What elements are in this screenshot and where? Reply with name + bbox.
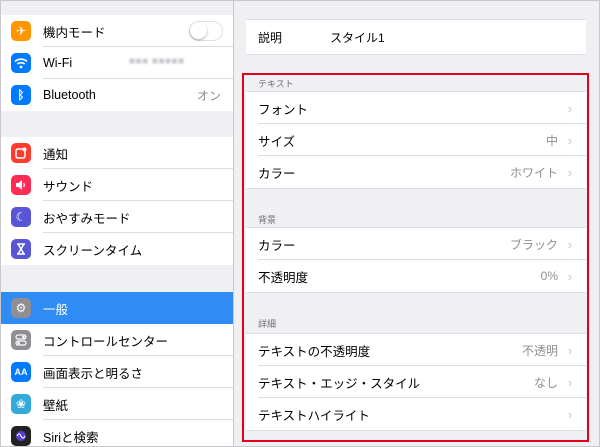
background-settings-card: カラー ブラック › 不透明度 0% › <box>246 227 586 293</box>
text-highlight-row[interactable]: テキストハイライト › <box>246 398 586 430</box>
style-description-card: 説明 スタイル1 <box>246 19 586 55</box>
chevron-right-icon: › <box>567 100 573 116</box>
sidebar-group-notifications: 通知 サウンド ☾ おやすみモード スクリーンタイム <box>1 137 233 265</box>
airplane-icon: ✈ <box>11 21 31 41</box>
text-font-row[interactable]: フォント › <box>246 92 586 124</box>
sidebar-item-sounds[interactable]: サウンド <box>1 169 233 201</box>
sidebar-item-label: Siriと検索 <box>43 430 99 445</box>
text-settings-card: フォント › サイズ 中 › カラー ホワイト › <box>246 91 586 189</box>
text-color-row[interactable]: カラー ホワイト › <box>246 156 586 188</box>
sidebar-item-label: スクリーンタイム <box>43 243 143 258</box>
section-header-text: テキスト <box>258 79 294 89</box>
sidebar-item-wifi[interactable]: Wi-Fi <box>1 47 233 79</box>
description-value: スタイル1 <box>330 30 385 45</box>
row-value: 中 <box>545 133 558 148</box>
chevron-right-icon: › <box>567 342 573 358</box>
row-label: サイズ <box>258 134 296 149</box>
control-center-icon <box>11 330 31 350</box>
row-value: 0% <box>540 269 558 283</box>
chevron-right-icon: › <box>567 406 573 422</box>
bluetooth-icon: ᛒ <box>11 85 31 105</box>
sidebar-item-do-not-disturb[interactable]: ☾ おやすみモード <box>1 201 233 233</box>
sidebar-item-general[interactable]: ⚙ 一般 <box>1 292 233 324</box>
background-color-row[interactable]: カラー ブラック › <box>246 228 586 260</box>
sidebar-item-label: 機内モード <box>43 25 106 40</box>
row-label: カラー <box>258 238 296 253</box>
style-description-row[interactable]: 説明 スタイル1 <box>246 20 586 54</box>
moon-icon: ☾ <box>11 207 31 227</box>
sidebar-item-control-center[interactable]: コントロールセンター <box>1 324 233 356</box>
hourglass-icon <box>11 239 31 259</box>
sidebar-item-screen-time[interactable]: スクリーンタイム <box>1 233 233 265</box>
detail-pane: 説明 スタイル1 テキスト フォント › サイズ 中 › カラー ホワイト › <box>234 1 599 446</box>
row-value: ホワイト <box>509 165 558 180</box>
sidebar-item-airplane-mode[interactable]: ✈ 機内モード <box>1 15 233 47</box>
row-label: フォント <box>258 102 309 117</box>
airplane-mode-toggle[interactable] <box>189 21 223 41</box>
chevron-right-icon: › <box>567 374 573 390</box>
wifi-icon <box>11 53 31 73</box>
description-label: 説明 <box>258 30 283 45</box>
row-value: ブラック <box>509 237 558 252</box>
sidebar-item-display-brightness[interactable]: AA 画面表示と明るさ <box>1 356 233 388</box>
row-label: テキストハイライト <box>258 408 370 423</box>
sidebar-item-label: サウンド <box>43 179 94 194</box>
settings-window: ✈ 機内モード Wi-Fi ᛒ Bluetooth オン ■■■ ■■■■■ 通… <box>0 0 600 447</box>
text-opacity-row[interactable]: テキストの不透明度 不透明 › <box>246 334 586 366</box>
display-brightness-icon: AA <box>11 362 31 382</box>
row-label: テキストの不透明度 <box>258 344 371 359</box>
sidebar-item-label: おやすみモード <box>43 211 131 226</box>
sidebar-item-label: 一般 <box>43 302 69 317</box>
siri-icon <box>11 426 31 446</box>
sidebar-item-notifications[interactable]: 通知 <box>1 137 233 169</box>
wallpaper-icon: ❀ <box>11 394 31 414</box>
bluetooth-status: オン <box>196 88 221 103</box>
sidebar-item-wallpaper[interactable]: ❀ 壁紙 <box>1 388 233 420</box>
text-edge-style-row[interactable]: テキスト・エッジ・スタイル なし › <box>246 366 586 398</box>
sidebar-item-label: Bluetooth <box>43 88 96 102</box>
notifications-icon <box>11 143 31 163</box>
row-value: なし <box>533 375 558 390</box>
chevron-right-icon: › <box>567 236 573 252</box>
gear-icon: ⚙ <box>11 298 31 318</box>
sidebar-group-general: ⚙ 一般 コントロールセンター AA 画面表示と明るさ ❀ 壁紙 Siriと検索 <box>1 292 233 446</box>
sidebar-item-label: 通知 <box>43 147 69 162</box>
sidebar-item-siri-search[interactable]: Siriと検索 <box>1 420 233 446</box>
sidebar-item-label: コントロールセンター <box>43 334 169 349</box>
text-size-row[interactable]: サイズ 中 › <box>246 124 586 156</box>
sidebar-item-label: 壁紙 <box>43 398 69 413</box>
chevron-right-icon: › <box>567 164 573 180</box>
section-header-advanced: 詳細 <box>258 319 277 329</box>
toggle-knob <box>190 22 207 39</box>
chevron-right-icon: › <box>567 132 573 148</box>
background-opacity-row[interactable]: 不透明度 0% › <box>246 260 586 292</box>
advanced-settings-card: テキストの不透明度 不透明 › テキスト・エッジ・スタイル なし › テキストハ… <box>246 333 586 431</box>
sound-icon <box>11 175 31 195</box>
row-label: 不透明度 <box>258 270 309 285</box>
row-label: カラー <box>258 166 296 181</box>
sidebar-group-connectivity: ✈ 機内モード Wi-Fi ᛒ Bluetooth オン <box>1 15 233 111</box>
row-label: テキスト・エッジ・スタイル <box>258 376 421 391</box>
wifi-network-name-redacted: ■■■ ■■■■■ <box>129 56 185 67</box>
sidebar-item-bluetooth[interactable]: ᛒ Bluetooth オン <box>1 79 233 111</box>
sidebar-item-label: 画面表示と明るさ <box>43 366 144 381</box>
section-header-background: 背景 <box>258 215 277 225</box>
row-value: 不透明 <box>521 343 558 358</box>
chevron-right-icon: › <box>567 268 573 284</box>
sidebar: ✈ 機内モード Wi-Fi ᛒ Bluetooth オン ■■■ ■■■■■ 通… <box>1 1 234 446</box>
